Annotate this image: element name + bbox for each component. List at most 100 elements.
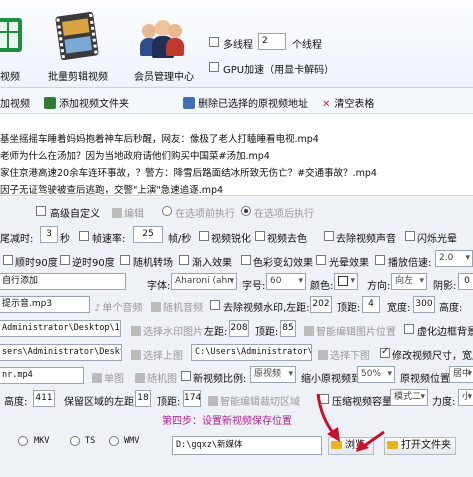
ratio-select[interactable]: 原视频 <box>250 366 296 383</box>
pic-left-input[interactable]: 208 <box>229 320 249 337</box>
edit-button[interactable]: 编辑 <box>112 205 144 220</box>
remove-watermark-checkbox[interactable] <box>210 300 220 310</box>
watermark-width-input[interactable]: 300 <box>413 296 435 313</box>
random-audio-button[interactable]: 随机音频 <box>151 299 203 314</box>
select-down-icon <box>318 350 328 360</box>
strength-label: 力度: <box>432 397 456 408</box>
decolor-checkbox[interactable] <box>255 231 265 241</box>
frame-unit: 帧/秒 <box>168 234 192 245</box>
members-icon[interactable] <box>140 20 184 60</box>
music-file-input[interactable]: 提示音.mp3 <box>0 296 90 313</box>
edit-label: 编辑 <box>124 209 144 220</box>
sharpen-checkbox[interactable] <box>199 231 209 241</box>
bottom-image-path[interactable]: C:\Users\Administrator\Deskt <box>191 344 312 361</box>
single-pic-label: 单图 <box>104 374 124 385</box>
video-path-input[interactable]: nr.mp4 <box>0 367 84 384</box>
clear-table-button[interactable]: ✕ 清空表格 <box>322 95 374 110</box>
film-strip-icon[interactable] <box>55 11 99 61</box>
add-video-button[interactable]: 加视频 <box>0 95 30 110</box>
select-bottom-image-button[interactable]: 选择下图 <box>318 347 370 362</box>
single-pic-button[interactable]: 单图 <box>92 370 124 385</box>
shadow-input[interactable]: 0 <box>458 273 473 290</box>
keep-left-input[interactable]: 18 <box>135 390 151 407</box>
frame-rate-input[interactable]: 25 <box>133 226 163 243</box>
modify-size-checkbox[interactable] <box>380 346 390 358</box>
rotate-ccw-checkbox[interactable] <box>60 255 70 265</box>
select-top-image-button[interactable]: 选择上图 <box>131 347 183 362</box>
format-mkv-radio[interactable] <box>18 436 28 446</box>
random-pic-button[interactable]: 随机图 <box>135 370 177 385</box>
color-transform-checkbox[interactable] <box>241 255 251 265</box>
delete-selected-button[interactable]: 删除已选择的原视频地址 <box>183 95 308 110</box>
fade-in-label: 渐入效果 <box>192 258 232 269</box>
custom-text-input[interactable]: 自行添加 <box>0 273 126 290</box>
single-pic-icon <box>92 373 102 383</box>
watermark-width-label: 宽度: <box>387 303 411 314</box>
frame-rate-checkbox[interactable] <box>79 231 89 241</box>
remove-audio-checkbox[interactable] <box>324 231 334 241</box>
ribbon-item-members-label: 会员管理中心 <box>134 72 194 83</box>
remove-audio-label: 去除视频声音 <box>336 234 396 245</box>
tail-seconds-input[interactable]: 3 <box>40 226 58 243</box>
single-music-button[interactable]: ♪ 单个音频 <box>94 299 142 314</box>
thread-count-input[interactable]: 2 <box>258 33 286 50</box>
file-list[interactable]: 基坐摇摇车睡着妈妈抱着神车后秒醒，网友：像极了老人打瞌睡看电视.mp4 老师为什… <box>0 114 473 196</box>
smart-crop-icon <box>208 396 218 406</box>
format-wmv-radio[interactable] <box>109 436 119 446</box>
delete-selected-label: 删除已选择的原视频地址 <box>198 99 308 110</box>
advanced-custom-label: 高级自定义 <box>50 209 100 220</box>
select-watermark-label: 选择水印图片 <box>143 327 203 338</box>
seconds-unit: 秒 <box>60 234 70 245</box>
fade-in-checkbox[interactable] <box>179 255 189 265</box>
after-exec-radio[interactable] <box>241 206 251 216</box>
video-grid-icon[interactable] <box>0 18 22 52</box>
rotate-cw-checkbox[interactable] <box>3 255 13 265</box>
watermark-image-path[interactable]: Administrator\Desktop\111.j <box>0 320 121 337</box>
random-pic-icon <box>135 373 145 383</box>
advanced-custom-checkbox[interactable] <box>36 206 46 216</box>
before-exec-radio[interactable] <box>162 206 172 216</box>
list-item[interactable]: 基坐摇摇车睡着妈妈抱着神车后秒醒，网友：像极了老人打瞌睡看电视.mp4 <box>0 131 319 145</box>
pic-top-input[interactable]: 85 <box>280 320 296 337</box>
shrink-select[interactable]: 50% <box>357 366 395 383</box>
playback-speed-select[interactable]: 2.0 <box>435 250 473 267</box>
keep-top-input[interactable]: 174 <box>183 390 201 407</box>
thread-unit-label: 个线程 <box>292 40 322 51</box>
random-audio-label: 随机音频 <box>163 303 203 314</box>
select-watermark-button[interactable]: 选择水印图片 <box>131 323 203 338</box>
list-item[interactable]: 老师为什么在汤加？因为当地政府请他们购买中国菜#汤加.mp4 <box>0 148 270 162</box>
direction-select[interactable]: 向左 <box>391 273 427 290</box>
color-select[interactable] <box>334 273 358 290</box>
list-item[interactable]: 因子无证驾驶被查后逃跑，交警"上演"急速追逐.mp4 <box>0 182 223 196</box>
pic-left-label: 左距: <box>204 327 228 338</box>
list-item[interactable]: 家住京港高速20余车连环事故，？警方：降雪后路面结冰所致无伤亡？#交通事故？.m… <box>0 165 377 179</box>
font-size-select[interactable]: 60 <box>266 273 306 290</box>
strength-select[interactable]: 小 <box>458 389 473 406</box>
playback-speed-checkbox[interactable] <box>375 255 385 265</box>
gpu-checkbox[interactable] <box>209 62 219 72</box>
watermark-top-input[interactable]: 4 <box>362 296 380 313</box>
add-folder-button[interactable]: 添加视频文件夹 <box>44 95 129 110</box>
single-music-label: 单个音频 <box>102 303 143 314</box>
frame-rate-label: 帧速率: <box>92 234 126 245</box>
clear-icon: ✕ <box>322 99 331 110</box>
watermark-left-input[interactable]: 202 <box>310 296 332 313</box>
font-label: 字体: <box>147 281 171 292</box>
open-folder-button[interactable]: 打开文件夹 <box>384 437 456 455</box>
blur-border-checkbox[interactable] <box>404 324 414 334</box>
smart-crop-button[interactable]: 智能编辑裁切区域 <box>208 393 300 408</box>
random-transition-checkbox[interactable] <box>120 255 130 265</box>
top-image-path[interactable]: sers\Administrator\Desktop\t <box>0 344 122 361</box>
font-select[interactable]: Aharoni (ahr: <box>171 273 237 290</box>
flash-checkbox[interactable] <box>405 231 415 241</box>
multithread-checkbox[interactable] <box>209 37 219 47</box>
new-ratio-checkbox[interactable] <box>181 371 191 381</box>
compress-mode-select[interactable]: 模式二 <box>390 389 428 406</box>
position-select[interactable]: 居中 <box>449 366 473 383</box>
format-ts-radio[interactable] <box>70 436 80 446</box>
smart-pic-position-button[interactable]: 智能编辑图片位置 <box>304 323 396 338</box>
color-transform-label: 色彩变幻效果 <box>253 258 313 269</box>
light-effect-checkbox[interactable] <box>316 255 326 265</box>
crop-height-input[interactable]: 411 <box>33 390 55 407</box>
playback-speed-label: 播放倍速: <box>388 258 432 269</box>
